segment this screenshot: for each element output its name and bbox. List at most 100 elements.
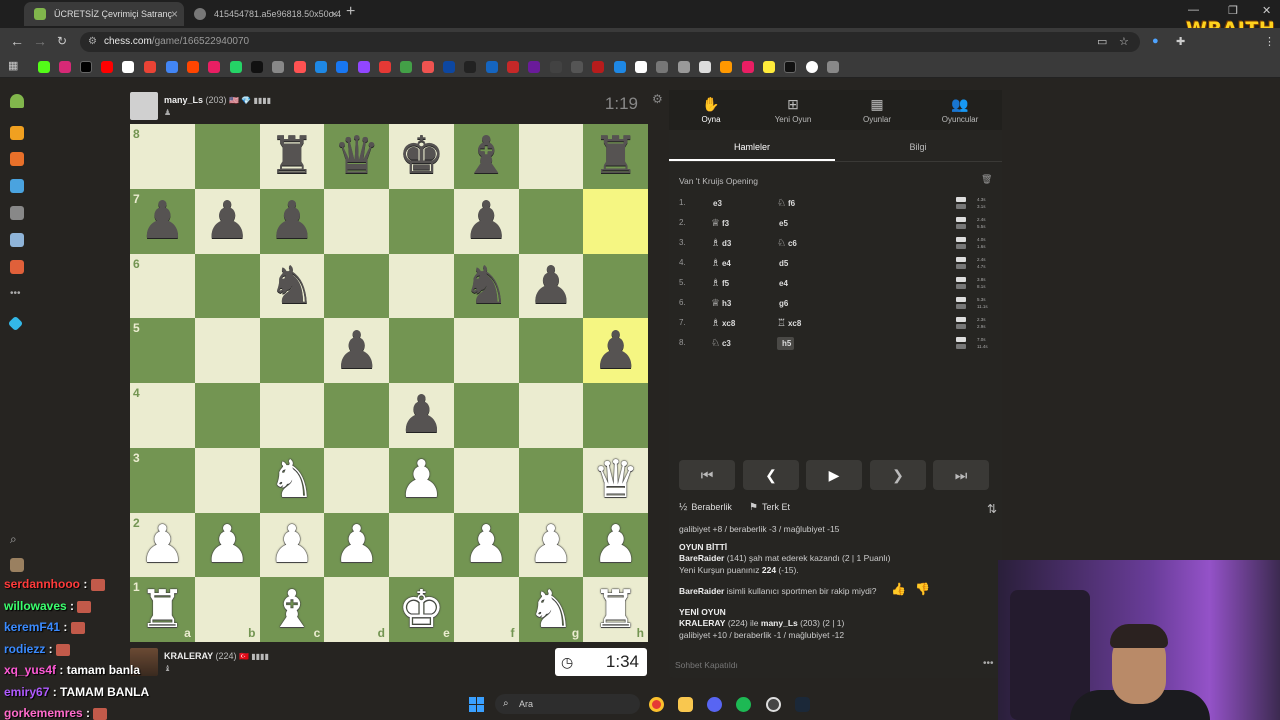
square-f2[interactable]: ♟ <box>453 512 519 578</box>
square-b1[interactable]: b <box>194 577 260 642</box>
square-d8[interactable]: ♛ <box>324 124 389 189</box>
news-icon[interactable] <box>10 233 24 247</box>
white-move[interactable]: ♘ c3 <box>711 338 731 349</box>
steam-icon[interactable] <box>795 697 810 712</box>
diamond-icon[interactable] <box>7 315 24 332</box>
square-h5[interactable]: ♟ <box>583 318 648 383</box>
square-h4[interactable] <box>583 383 648 448</box>
bookmark-icon[interactable] <box>507 61 519 73</box>
square-b7[interactable]: ♟ <box>194 188 260 254</box>
square-g7[interactable] <box>518 188 584 254</box>
chess-board[interactable]: 8 ♜ ♛ ♚ ♝ ♜ 7 ♟ ♟ ♟ ♟ 6 ♞ ♞ ♟ 5 ♟ ♟ 4 ♟ 3 ♞ ♟ ♛ 2 ♟ ♟ ♟ ♟ ♟ ♟ ♟ 1 a ♜ b c ♝ d e… <box>130 124 648 642</box>
black-move[interactable]: ♘ f6 <box>777 198 795 209</box>
black-rook-icon[interactable]: ♜ <box>269 130 316 182</box>
bookmark-instagram-icon[interactable] <box>59 61 71 73</box>
square-a3[interactable]: 3 <box>130 447 195 513</box>
bookmark-star-icon[interactable]: ☆ <box>1119 35 1129 48</box>
square-b4[interactable] <box>194 383 260 448</box>
square-c5[interactable] <box>259 318 325 383</box>
next-move-button[interactable]: ▶ <box>806 460 862 490</box>
more-icon[interactable]: ••• <box>10 288 24 302</box>
player-name[interactable]: many_Ls (203) 🇺🇸 💎 ▮▮▮▮ <box>164 95 271 105</box>
square-b5[interactable] <box>194 318 260 383</box>
black-move[interactable]: ♖ xc8 <box>777 318 801 329</box>
white-move[interactable]: ♗ f5 <box>711 278 729 289</box>
forward-icon[interactable]: → <box>33 33 47 49</box>
minimize-icon[interactable]: — <box>1188 4 1199 16</box>
learn-icon[interactable] <box>10 152 24 166</box>
square-a7[interactable]: 7 ♟ <box>130 188 195 254</box>
taskbar-search[interactable]: ⌕ Ara <box>495 694 640 714</box>
white-move[interactable]: e3 <box>711 198 722 209</box>
white-move[interactable]: ♗ xc8 <box>711 318 735 329</box>
white-pawn-icon[interactable]: ♟ <box>139 519 186 571</box>
black-move[interactable]: d5 <box>777 258 788 269</box>
white-move[interactable]: ♕ h3 <box>711 298 731 309</box>
square-d5[interactable]: ♟ <box>324 318 389 383</box>
bookmark-icon[interactable] <box>528 61 540 73</box>
black-knight-icon[interactable]: ♞ <box>269 260 316 312</box>
bookmark-youtube-icon[interactable] <box>101 61 113 73</box>
windows-start-icon[interactable] <box>469 697 485 713</box>
winner-name[interactable]: BareRaider <box>679 553 724 563</box>
square-a2[interactable]: 2 ♟ <box>130 512 195 578</box>
white-pawn-icon[interactable]: ♟ <box>333 519 380 571</box>
bookmark-icon[interactable] <box>208 61 220 73</box>
square-b6[interactable] <box>194 253 260 319</box>
square-a1[interactable]: 1 a ♜ <box>130 577 195 642</box>
white-pawn-icon[interactable]: ♟ <box>398 454 445 506</box>
new-tab-icon[interactable]: + <box>346 3 355 21</box>
bookmark-icon[interactable] <box>742 61 754 73</box>
square-c7[interactable]: ♟ <box>259 188 325 254</box>
site-info-icon[interactable]: ⚙ <box>88 32 97 52</box>
black-bishop-icon[interactable]: ♝ <box>463 130 510 182</box>
square-g8[interactable] <box>518 124 584 189</box>
square-a6[interactable]: 6 <box>130 253 195 319</box>
square-e7[interactable] <box>389 188 454 254</box>
thumbs-up-icon[interactable]: 👍 <box>891 583 906 596</box>
bookmark-icon[interactable] <box>614 61 626 73</box>
black-pawn-icon[interactable]: ♟ <box>463 195 510 247</box>
obs-icon[interactable] <box>766 697 781 712</box>
bookmark-icon[interactable] <box>592 61 604 73</box>
extensions-puzzle-icon[interactable]: ✚ <box>1176 35 1185 48</box>
black-move[interactable]: g6 <box>777 298 788 309</box>
player-link[interactable]: KRALERAY <box>679 618 725 628</box>
white-king-icon[interactable]: ♚ <box>398 584 445 636</box>
square-h1[interactable]: h ♜ <box>583 577 648 642</box>
black-rook-icon[interactable]: ♜ <box>592 130 639 182</box>
square-e6[interactable] <box>389 253 454 319</box>
white-knight-icon[interactable]: ♞ <box>269 454 316 506</box>
bookmark-icon[interactable] <box>166 61 178 73</box>
white-move[interactable]: ♕ f3 <box>711 218 729 229</box>
opening-name[interactable]: Van 't Kruijs Opening <box>679 176 758 186</box>
square-d1[interactable]: d <box>324 577 389 642</box>
black-pawn-icon[interactable]: ♟ <box>139 195 186 247</box>
square-f3[interactable] <box>453 447 519 513</box>
menu-icon[interactable]: ⋮ <box>1264 35 1275 48</box>
square-f6[interactable]: ♞ <box>453 253 519 319</box>
draw-button[interactable]: ½ Beraberlik <box>679 502 732 513</box>
reload-icon[interactable]: ↻ <box>57 34 67 48</box>
file-explorer-icon[interactable] <box>678 697 693 712</box>
bookmark-icon[interactable] <box>656 61 668 73</box>
square-g4[interactable] <box>518 383 584 448</box>
bookmark-twitch-icon[interactable] <box>358 61 370 73</box>
square-c4[interactable] <box>259 383 325 448</box>
white-rook-icon[interactable]: ♜ <box>592 584 639 636</box>
square-d2[interactable]: ♟ <box>324 512 389 578</box>
bookmark-icon[interactable] <box>678 61 690 73</box>
square-d6[interactable] <box>324 253 389 319</box>
bookmark-icon[interactable] <box>571 61 583 73</box>
back-icon[interactable]: ← <box>10 33 24 49</box>
square-a8[interactable]: 8 <box>130 124 195 189</box>
square-e2[interactable] <box>389 512 454 578</box>
square-e4[interactable]: ♟ <box>389 383 454 448</box>
cast-icon[interactable]: ▭ <box>1097 35 1107 48</box>
black-move[interactable]: ♘ c6 <box>777 238 797 249</box>
square-e8[interactable]: ♚ <box>389 124 454 189</box>
bookmark-whatsapp-icon[interactable] <box>230 61 242 73</box>
white-bishop-icon[interactable]: ♝ <box>269 584 316 636</box>
bookmark-icon[interactable] <box>550 61 562 73</box>
forward-move-button[interactable]: ❯ <box>870 460 926 490</box>
